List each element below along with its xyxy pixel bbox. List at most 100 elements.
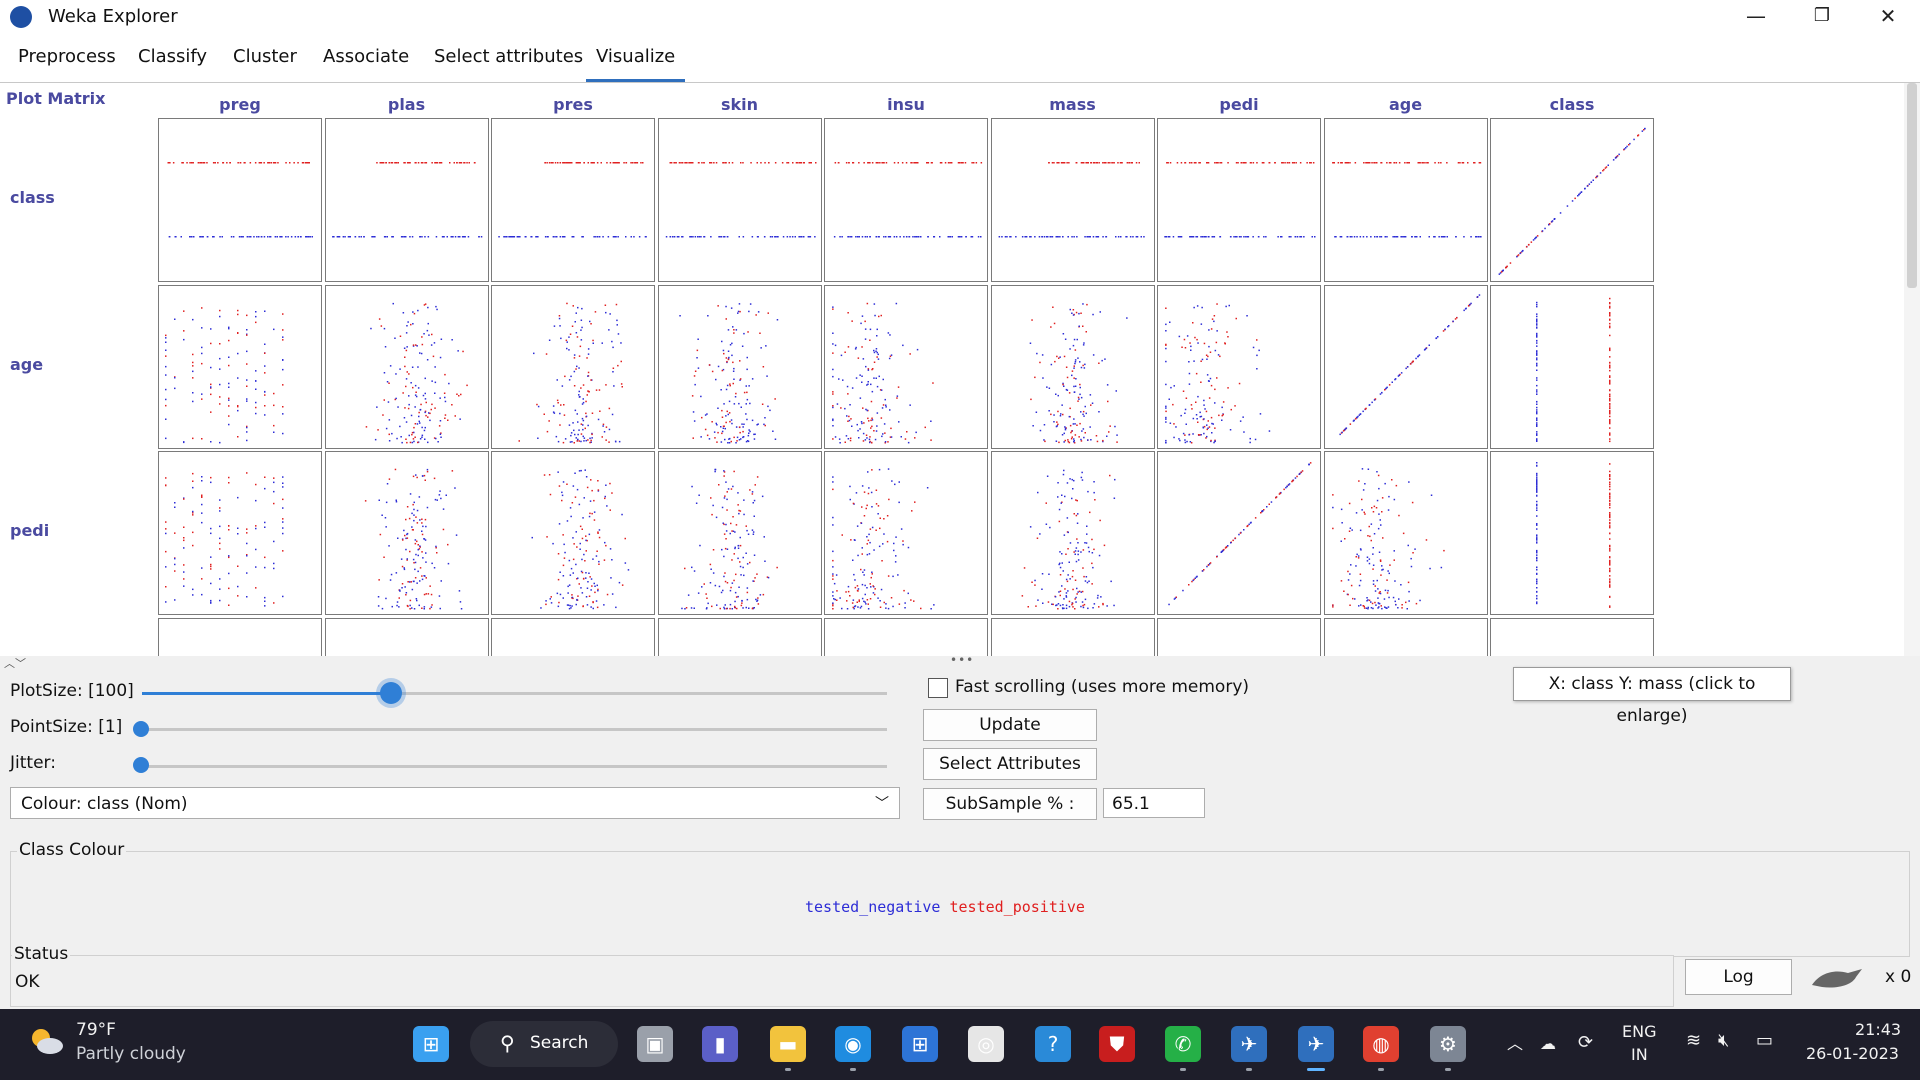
update-button[interactable]: Update bbox=[923, 709, 1097, 741]
matrix-cell[interactable] bbox=[824, 451, 988, 615]
battery-icon[interactable]: ▭ bbox=[1756, 1030, 1773, 1051]
matrix-cell[interactable] bbox=[990, 451, 1155, 615]
matrix-cell[interactable] bbox=[324, 451, 489, 615]
matrix-cell[interactable] bbox=[158, 284, 322, 449]
point-size-track[interactable] bbox=[142, 728, 887, 731]
tab-classify[interactable]: Classify bbox=[138, 46, 207, 67]
plot-point bbox=[1081, 590, 1083, 593]
column-label-age: age bbox=[1388, 95, 1423, 114]
tab-select-attributes[interactable]: Select attributes bbox=[434, 46, 583, 67]
matrix-cell[interactable] bbox=[324, 617, 489, 656]
matrix-cell[interactable] bbox=[158, 451, 322, 615]
weka-icon[interactable]: ✈ bbox=[1231, 1026, 1267, 1062]
matrix-cell[interactable] bbox=[1323, 451, 1488, 615]
minimize-button[interactable]: — bbox=[1726, 0, 1786, 34]
matrix-cell[interactable] bbox=[1490, 451, 1654, 615]
jitter-slider-knob[interactable] bbox=[133, 757, 149, 773]
matrix-cell[interactable] bbox=[657, 118, 822, 282]
file-explorer-icon[interactable]: ▬ bbox=[770, 1026, 806, 1062]
matrix-cell[interactable] bbox=[824, 284, 988, 449]
colour-select[interactable]: Colour: class (Nom) ﹀ bbox=[10, 787, 900, 819]
matrix-cell[interactable] bbox=[824, 118, 988, 282]
tab-associate[interactable]: Associate bbox=[323, 46, 409, 67]
matrix-cell[interactable] bbox=[491, 284, 655, 449]
jitter-track[interactable] bbox=[142, 765, 887, 768]
wifi-icon[interactable]: ≋ bbox=[1686, 1030, 1701, 1051]
matrix-cell[interactable] bbox=[158, 118, 322, 282]
maximize-button[interactable]: ❐ bbox=[1792, 0, 1852, 34]
store-icon[interactable]: ⊞ bbox=[902, 1026, 938, 1062]
help-icon[interactable]: ? bbox=[1035, 1026, 1071, 1062]
weka-active-icon[interactable]: ✈ bbox=[1298, 1026, 1334, 1062]
language-line2[interactable]: IN bbox=[1631, 1045, 1648, 1064]
matrix-cell[interactable] bbox=[657, 451, 822, 615]
matrix-cell[interactable] bbox=[1323, 284, 1488, 449]
plot-point bbox=[1058, 562, 1060, 565]
tab-cluster[interactable]: Cluster bbox=[233, 46, 297, 67]
plot-point bbox=[1388, 572, 1390, 575]
matrix-cell[interactable] bbox=[657, 284, 822, 449]
language-line1[interactable]: ENG bbox=[1622, 1022, 1656, 1041]
class-label-tested-negative[interactable]: tested_negative bbox=[805, 898, 940, 916]
matrix-cell[interactable] bbox=[1490, 118, 1654, 282]
matrix-cell[interactable] bbox=[1323, 617, 1488, 656]
matrix-cell[interactable] bbox=[1323, 118, 1488, 282]
subsample-input[interactable]: 65.1 bbox=[1103, 788, 1205, 818]
windows-start-icon[interactable]: ⊞ bbox=[413, 1026, 449, 1062]
teams-chat-icon[interactable]: ▮ bbox=[702, 1026, 738, 1062]
tab-visualize[interactable]: Visualize bbox=[585, 46, 686, 82]
matrix-cell[interactable] bbox=[1490, 617, 1654, 656]
plot-point bbox=[729, 384, 731, 386]
edge-icon[interactable]: ◉ bbox=[835, 1026, 871, 1062]
matrix-cell[interactable] bbox=[1157, 118, 1321, 282]
plot-point bbox=[424, 426, 426, 428]
split-arrows[interactable]: ︿﹀ bbox=[4, 655, 26, 671]
close-button[interactable]: ✕ bbox=[1858, 0, 1918, 34]
matrix-cell[interactable] bbox=[990, 118, 1155, 282]
log-button[interactable]: Log bbox=[1685, 959, 1792, 995]
matrix-cell[interactable] bbox=[990, 617, 1155, 656]
weather-icon[interactable] bbox=[28, 1024, 64, 1058]
plot-point bbox=[1216, 556, 1218, 558]
matrix-cell[interactable] bbox=[491, 118, 655, 282]
whatsapp-icon[interactable]: ✆ bbox=[1165, 1026, 1201, 1062]
mcafee-icon[interactable]: ⛊ bbox=[1099, 1026, 1135, 1062]
volume-muted-icon[interactable]: 🔇︎ bbox=[1718, 1030, 1729, 1051]
subsample-button[interactable]: SubSample % : bbox=[923, 788, 1097, 820]
chrome-icon[interactable]: ◍ bbox=[1363, 1026, 1399, 1062]
task-view-icon[interactable]: ▣ bbox=[637, 1026, 673, 1062]
plot-size-slider-knob[interactable] bbox=[380, 682, 402, 704]
matrix-cell[interactable] bbox=[657, 617, 822, 656]
onedrive-cloud-icon[interactable]: ☁ bbox=[1540, 1034, 1556, 1053]
app-icon[interactable]: ◎ bbox=[968, 1026, 1004, 1062]
matrix-scroll-thumb[interactable] bbox=[1907, 83, 1917, 288]
weka-bird-icon[interactable] bbox=[1808, 965, 1868, 991]
matrix-cell[interactable] bbox=[324, 118, 489, 282]
matrix-cell[interactable] bbox=[324, 284, 489, 449]
matrix-cell[interactable] bbox=[158, 617, 322, 656]
matrix-cell[interactable] bbox=[1157, 451, 1321, 615]
select-attributes-button[interactable]: Select Attributes bbox=[923, 748, 1097, 780]
plot-point bbox=[419, 567, 421, 569]
split-handle[interactable]: ••• bbox=[950, 653, 974, 667]
matrix-cell[interactable] bbox=[491, 451, 655, 615]
matrix-cell[interactable] bbox=[1157, 617, 1321, 656]
plot-point bbox=[1380, 605, 1382, 607]
point-size-slider-knob[interactable] bbox=[133, 721, 149, 737]
matrix-cell[interactable] bbox=[1157, 284, 1321, 449]
matrix-cell[interactable] bbox=[1490, 284, 1654, 449]
tray-chevron-up-icon[interactable]: ︿ bbox=[1507, 1030, 1523, 1054]
class-label-tested-positive[interactable]: tested_positive bbox=[950, 898, 1085, 916]
sync-icon[interactable]: ⟳ bbox=[1578, 1032, 1593, 1053]
fast-scrolling-checkbox[interactable] bbox=[928, 678, 948, 698]
clock-date[interactable]: 26-01-2023 bbox=[1806, 1044, 1899, 1063]
settings-icon[interactable]: ⚙ bbox=[1430, 1026, 1466, 1062]
plot-point bbox=[724, 481, 727, 483]
clock-time[interactable]: 21:43 bbox=[1855, 1020, 1901, 1039]
plot-point bbox=[203, 162, 206, 164]
taskbar-search-box[interactable]: ⚲ Search bbox=[470, 1021, 618, 1067]
tab-preprocess[interactable]: Preprocess bbox=[18, 46, 116, 67]
matrix-cell[interactable] bbox=[824, 617, 988, 656]
matrix-cell[interactable] bbox=[491, 617, 655, 656]
matrix-cell[interactable] bbox=[990, 284, 1155, 449]
